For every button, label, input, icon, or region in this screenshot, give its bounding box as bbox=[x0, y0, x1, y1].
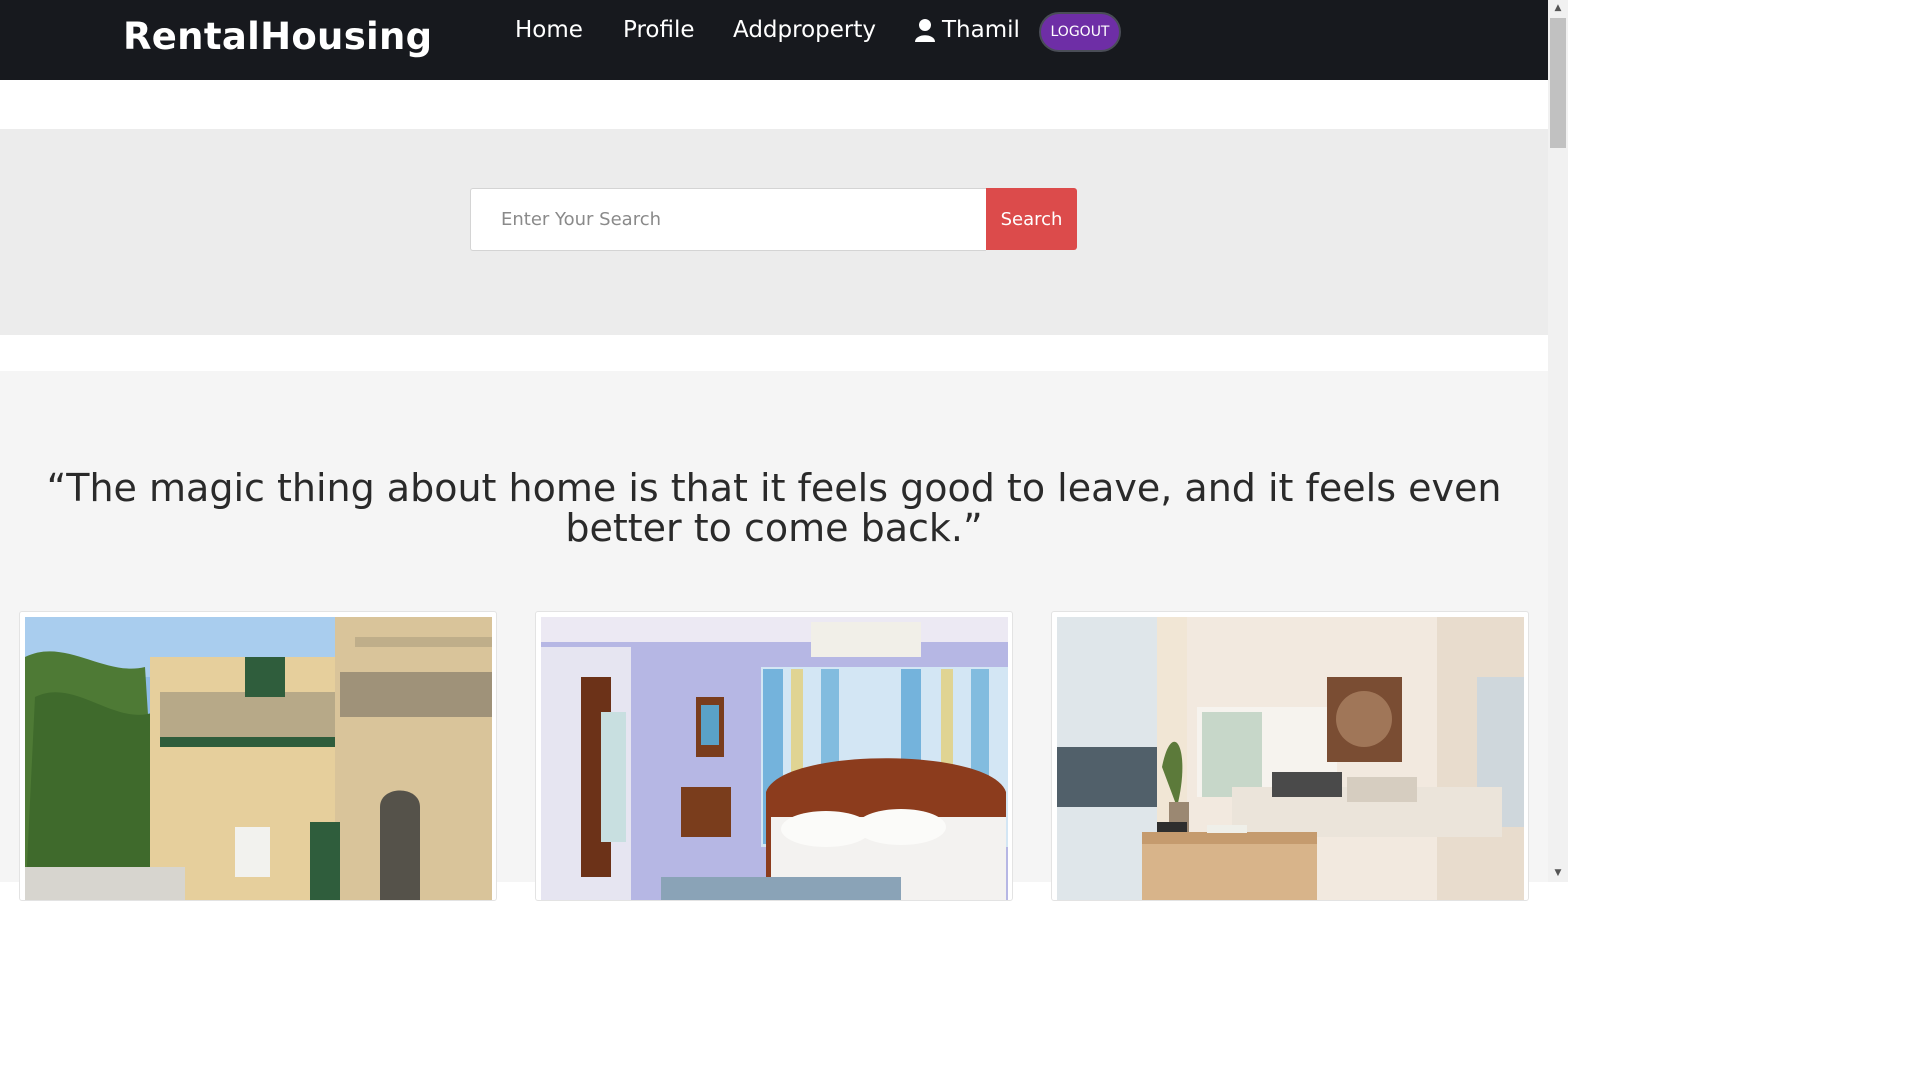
nav-home-link[interactable]: Home bbox=[515, 17, 583, 43]
page-scrollbar[interactable]: ▲ ▼ bbox=[1548, 0, 1568, 882]
bedroom-interior-photo[interactable] bbox=[541, 617, 1008, 900]
search-input[interactable] bbox=[470, 188, 986, 251]
logout-button[interactable]: LOGOUT bbox=[1039, 12, 1121, 52]
nav-addproperty-link[interactable]: Addproperty bbox=[733, 17, 876, 43]
search-button[interactable]: Search bbox=[986, 188, 1077, 250]
property-card[interactable] bbox=[535, 611, 1013, 901]
living-room-interior-photo[interactable] bbox=[1057, 617, 1524, 900]
home-quote: “The magic thing about home is that it f… bbox=[46, 466, 1502, 550]
brand-logo[interactable]: RentalHousing bbox=[123, 15, 432, 58]
property-card[interactable] bbox=[1051, 611, 1529, 901]
scroll-down-arrow-icon[interactable]: ▼ bbox=[1548, 865, 1568, 882]
townhouse-exterior-photo[interactable] bbox=[25, 617, 492, 900]
nav-profile-link[interactable]: Profile bbox=[623, 17, 695, 43]
top-navbar: RentalHousing Home Profile Addproperty T… bbox=[0, 0, 1548, 80]
property-card[interactable] bbox=[19, 611, 497, 901]
user-name-label: Thamil bbox=[942, 17, 1020, 43]
search-section: Search bbox=[0, 129, 1548, 335]
main-content: “The magic thing about home is that it f… bbox=[0, 371, 1548, 901]
scroll-thumb[interactable] bbox=[1550, 18, 1566, 148]
user-icon bbox=[915, 19, 935, 42]
scroll-up-arrow-icon[interactable]: ▲ bbox=[1548, 0, 1568, 17]
nav-user-menu[interactable]: Thamil bbox=[914, 17, 1020, 43]
